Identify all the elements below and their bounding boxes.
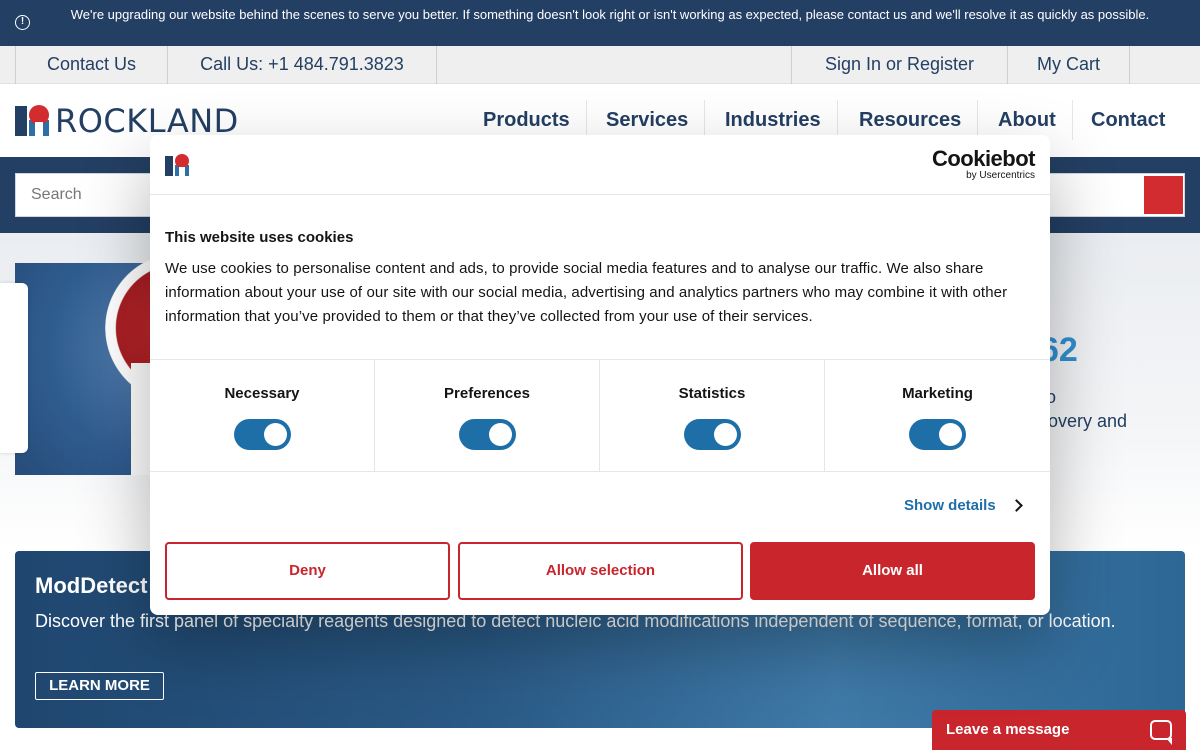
- cookiebot-brand: Cookiebot: [931, 146, 1036, 171]
- promo-title: ModDetect: [35, 573, 148, 598]
- call-us-link[interactable]: Call Us: +1 484.791.3823: [167, 46, 437, 84]
- announcement-text: We're upgrading our website behind the s…: [70, 7, 1150, 22]
- carousel-prev-tab[interactable]: [0, 283, 28, 453]
- announcement-banner: ! We're upgrading our website behind the…: [0, 0, 1200, 46]
- toggle-knob: [264, 423, 287, 446]
- toggle-knob: [714, 423, 737, 446]
- nav-products[interactable]: Products: [467, 100, 587, 140]
- cart-link[interactable]: My Cart: [1007, 46, 1130, 84]
- chat-label: Leave a message: [946, 721, 1070, 738]
- statistics-toggle[interactable]: [684, 419, 741, 450]
- category-label: Necessary: [224, 385, 300, 402]
- nav-contact[interactable]: Contact: [1075, 100, 1181, 140]
- info-icon: !: [15, 15, 30, 30]
- contact-us-link[interactable]: Contact Us: [15, 46, 167, 84]
- category-necessary: Necessary: [150, 360, 375, 472]
- nav-industries[interactable]: Industries: [709, 100, 838, 140]
- cookiebot-logo[interactable]: Cookiebot by Usercentrics: [931, 146, 1036, 181]
- cookie-consent-dialog: Cookiebot by Usercentrics This website u…: [150, 135, 1050, 615]
- toggle-knob: [939, 423, 962, 446]
- show-details-link[interactable]: Show details: [904, 497, 996, 514]
- rockland-logo-icon: [165, 154, 189, 176]
- cookiebot-sub: by Usercentrics: [966, 170, 1035, 181]
- learn-more-button[interactable]: LEARN MORE: [35, 672, 164, 700]
- hero-description: o scovery and: [1030, 387, 1128, 431]
- chat-bubble-icon: [1150, 720, 1172, 745]
- consent-categories: Necessary Preferences Statistics Marketi…: [150, 359, 1050, 472]
- nav-resources[interactable]: Resources: [843, 100, 979, 140]
- category-label: Preferences: [444, 385, 530, 402]
- chat-widget[interactable]: Leave a message: [932, 710, 1186, 750]
- category-statistics: Statistics: [600, 360, 825, 472]
- category-marketing: Marketing: [825, 360, 1050, 472]
- search-button[interactable]: [1144, 176, 1183, 214]
- brand-name: ROCKLAND: [55, 102, 239, 140]
- cookie-title: This website uses cookies: [165, 229, 354, 246]
- deny-button[interactable]: Deny: [165, 542, 450, 600]
- chevron-right-icon[interactable]: [1010, 499, 1023, 512]
- nav-services[interactable]: Services: [590, 100, 706, 140]
- toggle-knob: [489, 423, 512, 446]
- utility-bar: Contact Us Call Us: +1 484.791.3823 Sign…: [0, 46, 1200, 84]
- category-label: Marketing: [902, 385, 973, 402]
- rockland-logo-icon: [15, 105, 49, 136]
- dialog-header: Cookiebot by Usercentrics: [150, 135, 1050, 195]
- marketing-toggle[interactable]: [909, 419, 966, 450]
- nav-about[interactable]: About: [982, 100, 1073, 140]
- cookie-description: We use cookies to personalise content an…: [165, 260, 1008, 325]
- allow-all-button[interactable]: Allow all: [750, 542, 1035, 600]
- necessary-toggle[interactable]: [234, 419, 291, 450]
- allow-selection-button[interactable]: Allow selection: [458, 542, 743, 600]
- preferences-toggle[interactable]: [459, 419, 516, 450]
- sign-in-link[interactable]: Sign In or Register: [791, 46, 1007, 84]
- category-preferences: Preferences: [375, 360, 600, 472]
- category-label: Statistics: [678, 385, 746, 402]
